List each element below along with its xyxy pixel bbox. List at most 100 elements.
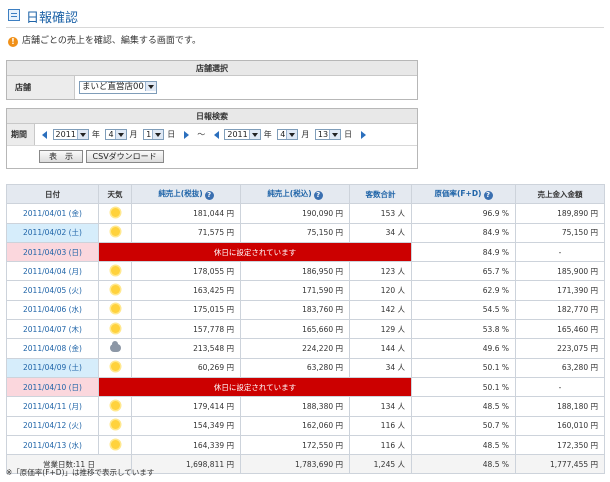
csv-download-button[interactable]: CSVダウンロード (85, 150, 164, 163)
date-link[interactable]: 2011/04/13 (水) (6, 434, 99, 456)
table-row: 2011/04/07 (木) 157,778 円 165,660 円 129 人 53.… (6, 319, 605, 340)
info-icon: ! (8, 37, 18, 47)
table-body: 2011/04/01 (金) 181,044 円 190,090 円 153 人 96.… (6, 203, 605, 475)
weather-cell (98, 280, 132, 301)
total-cell: 75,150 円 (515, 222, 605, 243)
date-link[interactable]: 2011/04/01 (金) (6, 203, 99, 224)
net-incl-cell: 162,060 円 (240, 415, 350, 436)
date-link[interactable]: 2011/04/09 (土) (6, 357, 99, 378)
to-month-select[interactable]: 4 (277, 129, 299, 140)
customers-cell: 142 人 (349, 299, 412, 321)
cost-rate-cell: 49.6 % (411, 338, 516, 359)
help-icon[interactable]: ? (483, 191, 493, 201)
customers-cell: 123 人 (349, 261, 412, 282)
customers-cell: 134 人 (349, 396, 412, 417)
store-select-value: まいど直営店00 (82, 82, 144, 92)
total-cell: 189,890 円 (515, 203, 605, 224)
date-link[interactable]: 2011/04/06 (水) (6, 299, 99, 321)
customers-cell: 153 人 (349, 203, 412, 224)
table-row: 2011/04/13 (水) 164,339 円 172,550 円 116 人 48.… (6, 434, 605, 456)
weather-cell (98, 222, 132, 243)
cost-rate-cell: 53.8 % (411, 319, 516, 340)
store-select-panel: 店舗選択 店舗 まいど直営店00 (6, 60, 418, 100)
customers-cell: 116 人 (349, 434, 412, 456)
net-excl-cell: 179,414 円 (131, 396, 241, 417)
to-day-select[interactable]: 13 (314, 129, 342, 140)
show-button[interactable]: 表 示 (39, 150, 83, 163)
sunny-icon (110, 323, 120, 333)
customers-cell: 34 人 (349, 222, 412, 243)
search-buttons-row: 表 示 CSVダウンロード (7, 146, 417, 168)
net-excl-cell: 181,044 円 (131, 203, 241, 224)
next-arrow-icon[interactable] (183, 130, 189, 139)
store-row: 店舗 まいど直営店00 (7, 76, 417, 99)
daily-report-table: 日付 天気 純売上(税抜)? 純売上(税込)? 客数合計 原価率(F+D)? 売… (6, 183, 605, 475)
from-year-select[interactable]: 2011 (52, 129, 89, 140)
cost-rate-cell: 54.5 % (411, 299, 516, 321)
col-net-incl: 純売上(税込)? (240, 183, 350, 205)
holiday-banner: 休日に設定されています (98, 241, 412, 263)
from-day-select[interactable]: 1 (143, 129, 165, 140)
net-excl-cell: 154,349 円 (131, 415, 241, 436)
table-row: 2011/04/06 (水) 175,015 円 183,760 円 142 人 54.… (6, 299, 605, 321)
prev-arrow-icon[interactable] (42, 130, 47, 139)
total-cost-rate: 48.5 % (411, 454, 516, 475)
customers-cell: 116 人 (349, 415, 412, 436)
date-link[interactable]: 2011/04/05 (火) (6, 280, 99, 301)
table-row: 2011/04/01 (金) 181,044 円 190,090 円 153 人 96.… (6, 203, 605, 224)
table-header-row: 日付 天気 純売上(税抜)? 純売上(税込)? 客数合計 原価率(F+D)? 売… (6, 183, 605, 205)
weather-cell (98, 338, 132, 359)
total-cell: 172,350 円 (515, 434, 605, 456)
date-link[interactable]: 2011/04/12 (火) (6, 415, 99, 436)
store-select[interactable]: まいど直営店00 (79, 81, 157, 94)
cost-rate-cell: 84.9 % (411, 241, 516, 263)
sunny-icon (110, 285, 120, 295)
net-excl-cell: 178,055 円 (131, 261, 241, 282)
date-link[interactable]: 2011/04/11 (月) (6, 396, 99, 417)
sunny-icon (110, 439, 120, 449)
customers-cell: 120 人 (349, 280, 412, 301)
weather-cell (98, 434, 132, 456)
net-incl-cell: 172,550 円 (240, 434, 350, 456)
next-arrow-icon[interactable] (360, 130, 366, 139)
total-cell: - (515, 241, 605, 263)
date-link[interactable]: 2011/04/02 (土) (6, 222, 99, 243)
net-incl-cell: 183,760 円 (240, 299, 350, 321)
period-label: 期間 (7, 124, 35, 145)
date-link[interactable]: 2011/04/04 (月) (6, 261, 99, 282)
from-month-select[interactable]: 4 (105, 129, 127, 140)
weather-cell (98, 357, 132, 378)
sunny-icon (110, 265, 120, 275)
date-link[interactable]: 2011/04/08 (金) (6, 338, 99, 359)
net-incl-cell: 186,950 円 (240, 261, 350, 282)
weather-cell (98, 261, 132, 282)
date-link[interactable]: 2011/04/03 (日) (6, 241, 99, 263)
cost-rate-cell: 65.7 % (411, 261, 516, 282)
total-cell: 160,010 円 (515, 415, 605, 436)
store-label: 店舗 (7, 76, 75, 99)
cost-rate-cell: 50.1 % (411, 376, 516, 398)
table-row: 2011/04/02 (土) 71,575 円 75,150 円 34 人 84.9 %… (6, 222, 605, 243)
sunny-icon (110, 207, 120, 217)
to-year-select[interactable]: 2011 (224, 129, 261, 140)
date-link[interactable]: 2011/04/10 (日) (6, 376, 99, 398)
col-weather: 天気 (98, 183, 132, 205)
date-link[interactable]: 2011/04/07 (木) (6, 319, 99, 340)
customers-cell: 34 人 (349, 357, 412, 378)
help-icon[interactable]: ? (313, 191, 323, 201)
net-excl-cell: 157,778 円 (131, 319, 241, 340)
prev-arrow-icon[interactable] (213, 130, 219, 139)
sunny-icon (110, 400, 120, 410)
net-incl-cell: 63,280 円 (240, 357, 350, 378)
total-cell: - (515, 376, 605, 398)
weather-cell (98, 299, 132, 321)
col-net-excl: 純売上(税抜)? (131, 183, 241, 205)
help-icon[interactable]: ? (204, 191, 214, 201)
net-incl-cell: 190,090 円 (240, 203, 350, 224)
customers-cell: 129 人 (349, 319, 412, 340)
net-incl-cell: 188,380 円 (240, 396, 350, 417)
document-icon (8, 9, 20, 21)
total-cell: 171,390 円 (515, 280, 605, 301)
total-cell: 182,770 円 (515, 299, 605, 321)
total-cell: 185,900 円 (515, 261, 605, 282)
